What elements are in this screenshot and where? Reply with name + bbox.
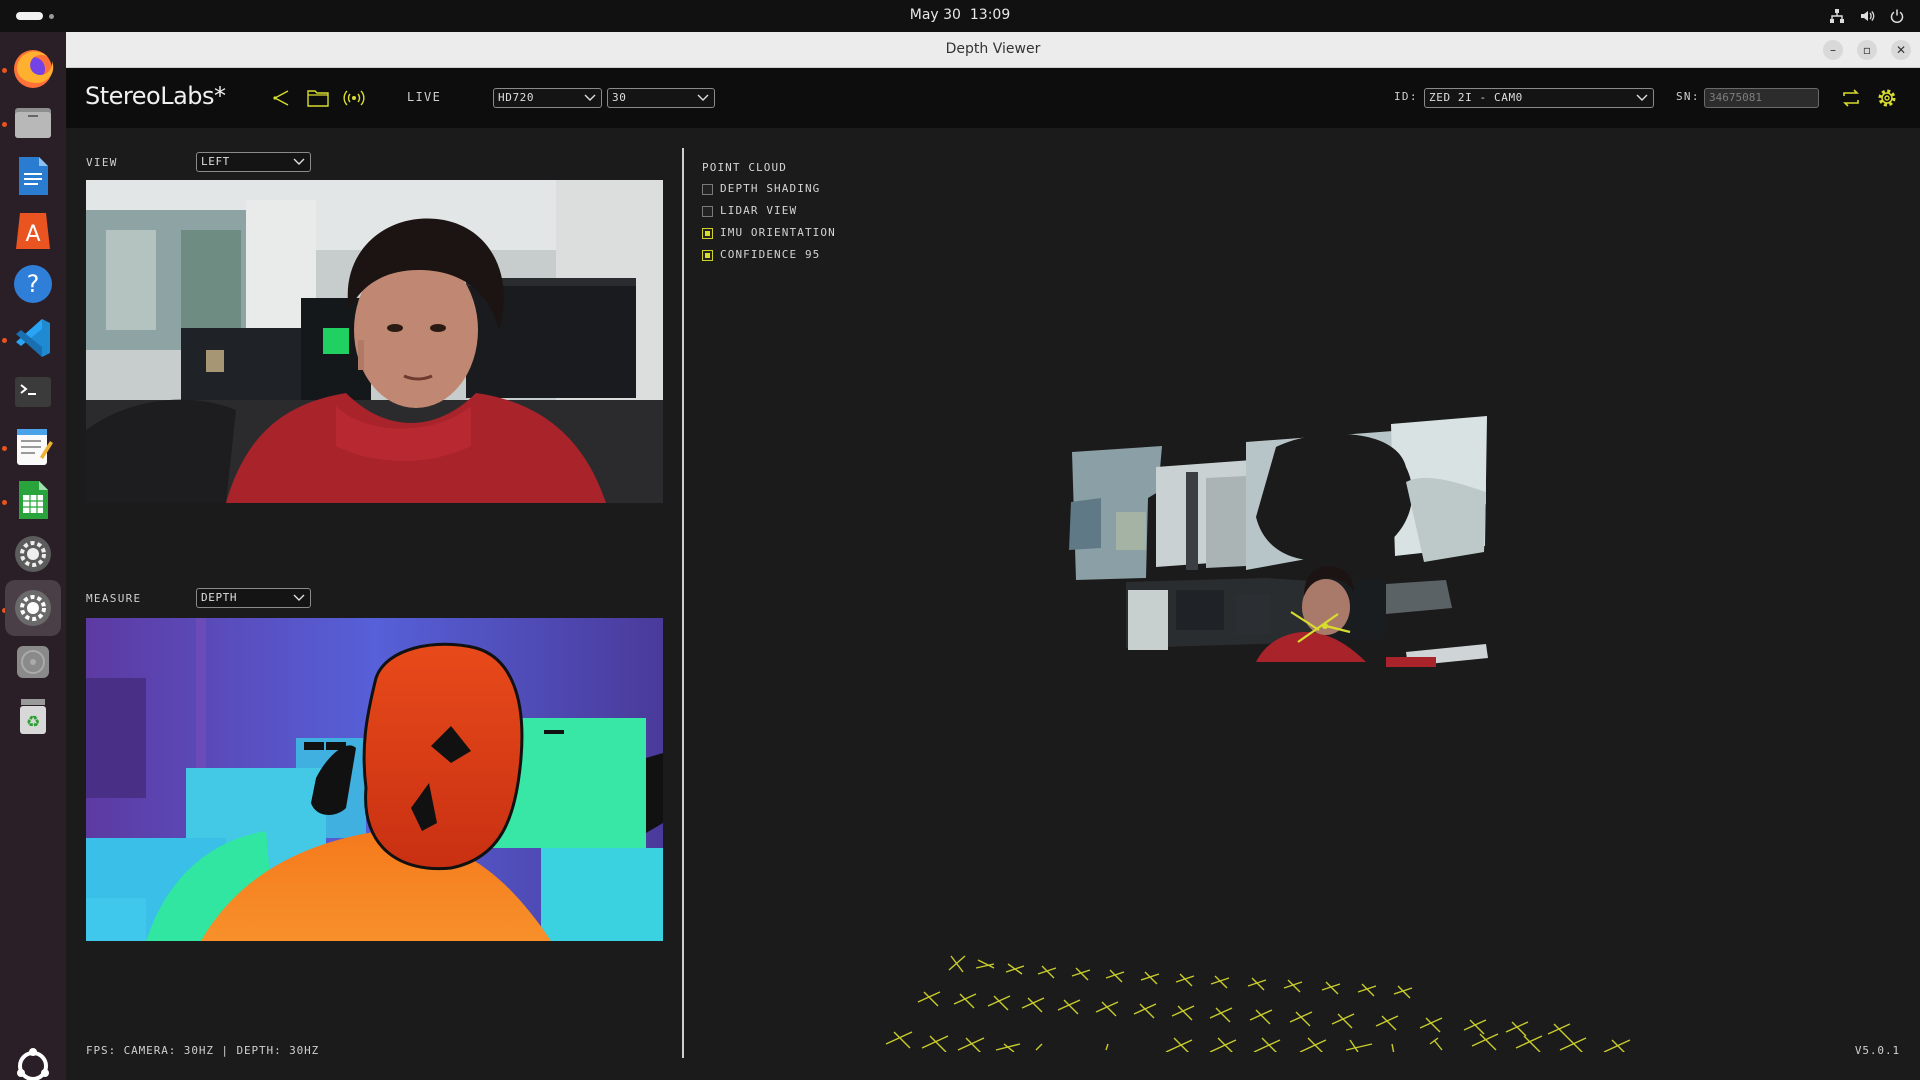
depth-shading-label[interactable]: DEPTH SHADING [720,182,820,195]
version-label: V5.0.1 [1854,1044,1900,1057]
left-camera-feed [86,180,663,503]
resolution-value: HD720 [498,91,535,104]
calc-icon[interactable] [5,472,61,528]
disc-icon[interactable] [5,634,61,690]
minimize-button[interactable]: – [1823,40,1843,60]
brand-logo: StereoLabs* [85,82,226,110]
ground-grid [885,955,1631,1052]
view-label: VIEW [86,156,118,169]
serial-number-field[interactable]: 34675081 [1704,88,1819,108]
window-title: Depth Viewer [945,41,1041,57]
app-header: StereoLabs* LIVE HD720 30 ID: ZED 2I - C… [66,68,1920,128]
sn-label: SN: [1676,90,1700,103]
settings-active-icon[interactable] [5,580,61,636]
lidar-view-checkbox[interactable] [702,206,713,217]
panel-divider[interactable] [682,148,684,1058]
fps-select[interactable]: 30 [607,88,715,108]
firefox-icon[interactable] [5,40,61,96]
dock: A ? ♻ [0,32,66,1080]
measure-label: MEASURE [86,592,142,605]
power-icon[interactable] [1888,7,1906,25]
maximize-button[interactable]: ▫ [1857,40,1877,60]
fps-status: FPS: CAMERA: 30HZ | DEPTH: 30HZ [86,1044,320,1057]
imu-orientation-checkbox[interactable] [702,228,713,239]
clock-date: May 30 [909,7,961,23]
chevron-down-icon [1636,94,1648,101]
camera-id-value: ZED 2I - CAM0 [1429,91,1523,104]
point-cloud-viewport[interactable] [686,332,1920,1052]
depth-shading-checkbox[interactable] [702,184,713,195]
network-icon[interactable] [1828,7,1846,25]
camera-id-select[interactable]: ZED 2I - CAM0 [1424,88,1654,108]
svg-text:A: A [25,222,40,247]
resolution-select[interactable]: HD720 [493,88,602,108]
files-icon[interactable] [5,94,61,150]
settings-icon[interactable] [5,526,61,582]
confidence-label[interactable]: CONFIDENCE 95 [720,248,820,261]
clock[interactable]: May 30 13:09 [0,7,1920,23]
terminal-icon[interactable] [5,364,61,420]
measure-select[interactable]: DEPTH [196,588,311,608]
lidar-view-label[interactable]: LIDAR VIEW [720,204,797,217]
trash-icon[interactable]: ♻ [5,688,61,744]
id-label: ID: [1394,90,1418,103]
chevron-down-icon [293,158,305,165]
live-label: LIVE [407,90,442,104]
depth-map-feed [86,618,663,941]
writer-icon[interactable] [5,148,61,204]
svg-text:♻: ♻ [26,712,40,731]
system-tray[interactable] [1828,5,1906,27]
view-value: LEFT [201,155,230,168]
depth-viewer-window: Depth Viewer – ▫ ✕ StereoLabs* LIVE HD72… [66,32,1920,1080]
help-icon[interactable]: ? [5,256,61,312]
chevron-down-icon [697,94,709,101]
text-editor-icon[interactable] [5,418,61,474]
close-button[interactable]: ✕ [1891,40,1911,60]
imu-orientation-label[interactable]: IMU ORIENTATION [720,226,836,239]
system-top-bar: May 30 13:09 [0,0,1920,32]
broadcast-icon[interactable] [342,86,366,110]
app-center-icon[interactable]: A [5,202,61,258]
fps-value: 30 [612,91,627,104]
gear-icon[interactable] [1875,86,1899,110]
svg-text:?: ? [27,270,40,298]
window-titlebar[interactable]: Depth Viewer – ▫ ✕ [66,32,1920,68]
confidence-checkbox[interactable] [702,250,713,261]
view-select[interactable]: LEFT [196,152,311,172]
measure-value: DEPTH [201,591,238,604]
chevron-down-icon [584,94,596,101]
show-apps-icon[interactable] [5,1038,61,1080]
chevron-down-icon [293,594,305,601]
vscode-icon[interactable] [5,310,61,366]
volume-icon[interactable] [1858,7,1876,25]
point-cloud-title: POINT CLOUD [702,161,787,174]
folder-icon[interactable] [306,86,330,110]
clock-time: 13:09 [969,7,1011,23]
refresh-icon[interactable] [1839,86,1863,110]
share-icon[interactable] [269,86,293,110]
